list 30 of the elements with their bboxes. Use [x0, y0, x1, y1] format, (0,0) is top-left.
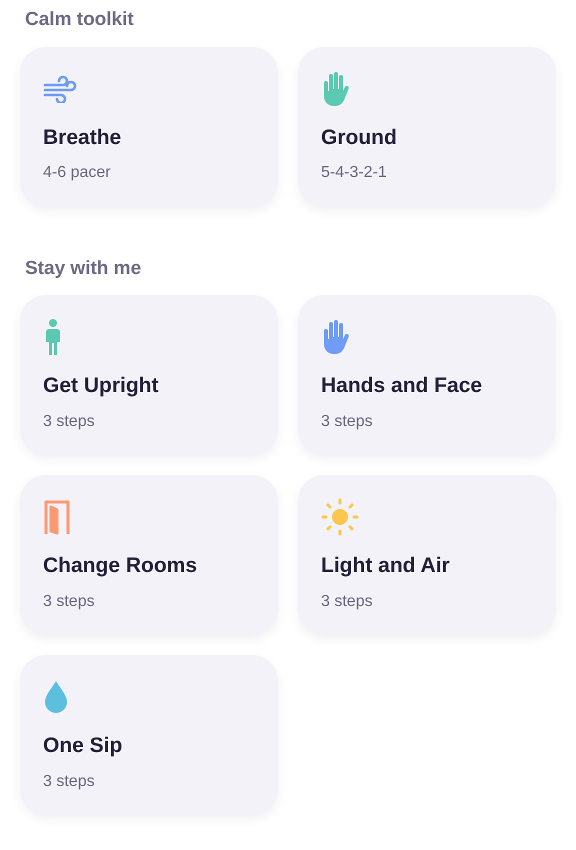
- card-subtitle: 4-6 pacer: [43, 163, 112, 183]
- card-title: Breathe: [43, 124, 122, 150]
- card-title: One Sip: [43, 733, 124, 759]
- activity-card[interactable]: Breathe 4-6 pacer: [20, 46, 278, 206]
- activity-card[interactable]: Change Rooms 3 steps: [20, 475, 278, 635]
- section-heading: Stay with me: [24, 256, 142, 280]
- sun-icon: [321, 498, 359, 536]
- activity-card[interactable]: Light and Air 3 steps: [298, 475, 556, 635]
- activity-card[interactable]: Ground 5-4-3-2-1: [298, 46, 556, 206]
- card-title: Light and Air: [321, 553, 451, 579]
- card-subtitle: 5-4-3-2-1: [321, 163, 388, 183]
- card-title: Hands and Face: [321, 373, 484, 399]
- section-heading: Calm toolkit: [24, 8, 135, 32]
- activity-card[interactable]: One Sip 3 steps: [20, 655, 278, 815]
- door-icon: [43, 499, 71, 535]
- card-subtitle: 3 steps: [321, 412, 374, 432]
- card-title: Change Rooms: [43, 553, 198, 579]
- hand-icon: [321, 319, 349, 355]
- card-subtitle: 3 steps: [321, 592, 374, 612]
- person-icon: [43, 318, 63, 356]
- card-subtitle: 3 steps: [43, 592, 96, 612]
- wind-icon: [43, 74, 79, 102]
- hand-icon: [321, 70, 349, 106]
- activity-card[interactable]: Get Upright 3 steps: [20, 295, 278, 455]
- card-title: Get Upright: [43, 373, 160, 399]
- card-subtitle: 3 steps: [43, 412, 96, 432]
- droplet-icon: [43, 680, 69, 714]
- card-title: Ground: [321, 124, 398, 150]
- card-subtitle: 3 steps: [43, 772, 96, 792]
- activity-card[interactable]: Hands and Face 3 steps: [298, 295, 556, 455]
